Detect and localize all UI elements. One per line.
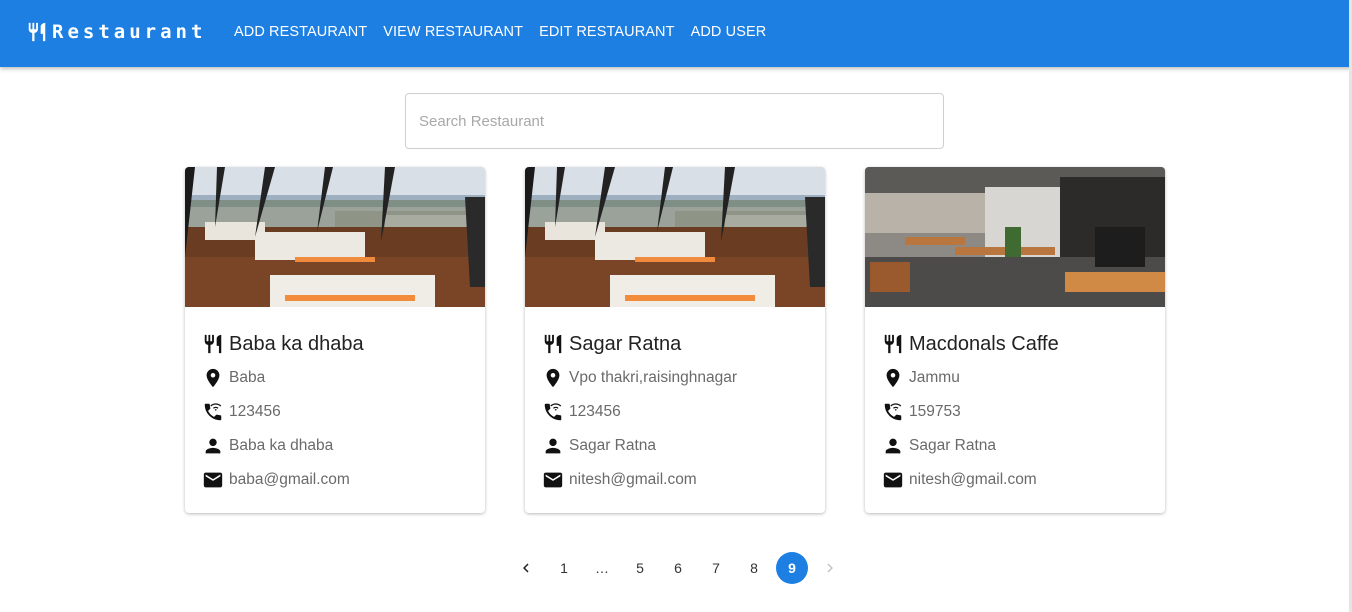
search-input[interactable] bbox=[406, 94, 943, 148]
page-ellipsis: … bbox=[595, 560, 609, 576]
brand[interactable]: Restaurant bbox=[26, 20, 206, 44]
prev-page-button[interactable] bbox=[510, 552, 542, 584]
restaurant-image bbox=[865, 167, 1165, 307]
restaurant-phone: 123456 bbox=[229, 403, 281, 420]
nav-edit-restaurant[interactable]: EDIT RESTAURANT bbox=[539, 24, 675, 40]
chevron-right-icon bbox=[827, 563, 833, 573]
location-icon bbox=[542, 367, 564, 389]
restaurant-card[interactable]: Sagar Ratna Vpo thakri,raisinghnagar 123… bbox=[525, 167, 825, 513]
restaurant-owner: Baba ka dhaba bbox=[229, 437, 334, 454]
restaurant-image bbox=[525, 167, 825, 307]
main-nav: ADD RESTAURANT VIEW RESTAURANT EDIT REST… bbox=[234, 24, 782, 40]
restaurant-owner: Sagar Ratna bbox=[909, 437, 997, 454]
nav-add-user[interactable]: ADD USER bbox=[691, 24, 767, 40]
current-page-button[interactable]: 9 bbox=[776, 552, 808, 584]
person-icon bbox=[542, 435, 564, 457]
search-box bbox=[405, 93, 944, 149]
brand-title: Restaurant bbox=[52, 21, 207, 43]
restaurant-address: Baba bbox=[229, 369, 266, 386]
restaurant-owner: Sagar Ratna bbox=[569, 437, 657, 454]
person-icon bbox=[202, 435, 224, 457]
restaurant-name: Baba ka dhaba bbox=[229, 332, 364, 355]
person-icon bbox=[882, 435, 904, 457]
email-icon bbox=[542, 469, 564, 491]
restaurant-card[interactable]: Baba ka dhaba Baba 123456 Baba ka dhaba … bbox=[185, 167, 485, 513]
email-icon bbox=[882, 469, 904, 491]
restaurant-name: Macdonals Caffe bbox=[909, 332, 1059, 355]
page-button[interactable]: 5 bbox=[624, 552, 656, 584]
restaurant-email: nitesh@gmail.com bbox=[909, 471, 1037, 488]
page-button[interactable]: 6 bbox=[662, 552, 694, 584]
page-button[interactable]: 1 bbox=[548, 552, 580, 584]
phone-icon bbox=[542, 401, 564, 423]
restaurant-address: Jammu bbox=[909, 369, 960, 386]
restaurant-image bbox=[185, 167, 485, 307]
nav-add-restaurant[interactable]: ADD RESTAURANT bbox=[234, 24, 367, 40]
restaurant-icon bbox=[202, 333, 224, 355]
pagination: 1 … 5 6 7 8 9 bbox=[507, 552, 849, 584]
restaurant-icon bbox=[542, 333, 564, 355]
email-icon bbox=[202, 469, 224, 491]
chevron-left-icon bbox=[523, 563, 529, 573]
restaurant-card[interactable]: Macdonals Caffe Jammu 159753 Sagar Ratna… bbox=[865, 167, 1165, 513]
page-button[interactable]: 8 bbox=[738, 552, 770, 584]
app-bar: Restaurant ADD RESTAURANT VIEW RESTAURAN… bbox=[0, 0, 1352, 67]
nav-view-restaurant[interactable]: VIEW RESTAURANT bbox=[383, 24, 523, 40]
phone-icon bbox=[202, 401, 224, 423]
page-button[interactable]: 7 bbox=[700, 552, 732, 584]
phone-icon bbox=[882, 401, 904, 423]
restaurant-phone: 159753 bbox=[909, 403, 961, 420]
restaurant-address: Vpo thakri,raisinghnagar bbox=[569, 369, 738, 386]
restaurant-icon bbox=[882, 333, 904, 355]
restaurant-name: Sagar Ratna bbox=[569, 332, 682, 355]
restaurant-email: baba@gmail.com bbox=[229, 471, 350, 488]
location-icon bbox=[882, 367, 904, 389]
restaurant-icon bbox=[26, 20, 48, 44]
restaurant-phone: 123456 bbox=[569, 403, 621, 420]
location-icon bbox=[202, 367, 224, 389]
restaurant-email: nitesh@gmail.com bbox=[569, 471, 697, 488]
next-page-button[interactable] bbox=[814, 552, 846, 584]
